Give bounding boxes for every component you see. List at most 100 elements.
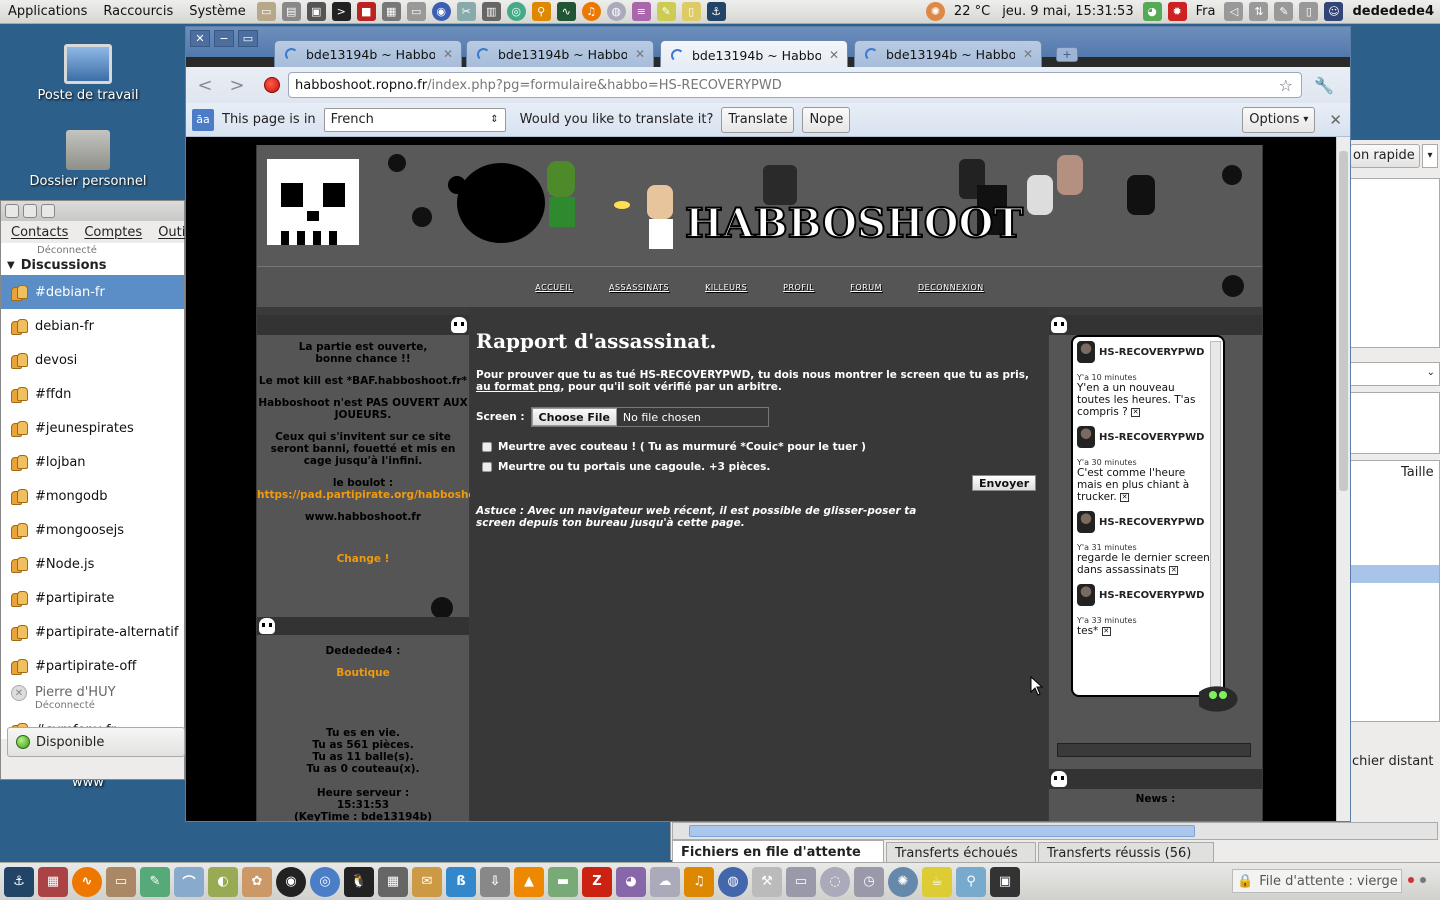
file-input[interactable]: Choose File No file chosen — [530, 407, 769, 427]
teapot-icon[interactable]: ☕ — [922, 866, 952, 897]
shout-user[interactable]: HS-RECOVERYPWD — [1099, 432, 1204, 443]
nope-button[interactable]: Nope — [802, 106, 851, 133]
disc-icon[interactable]: ◍ — [606, 2, 626, 21]
monitor-icon[interactable]: ▣ — [306, 2, 326, 21]
browser-tab[interactable]: bde13194b ~ Habbosh… ✕ — [466, 40, 654, 67]
nav-profile[interactable]: PROFIL — [783, 283, 814, 292]
package-icon[interactable]: ▦ — [38, 866, 68, 897]
close-button[interactable] — [5, 204, 19, 218]
username[interactable]: dededede4 — [1346, 4, 1440, 19]
mail-icon[interactable]: ✉ — [412, 866, 442, 897]
chat-icon[interactable]: ☁ — [650, 866, 680, 897]
anchor-icon[interactable]: ⚓ — [4, 866, 34, 897]
tab-queued-files[interactable]: Fichiers en file d'attente — [672, 840, 884, 864]
shoutbox[interactable]: HS-RECOVERYPWD Y'a 10 minutes Y'en a un … — [1071, 335, 1225, 697]
archive-icon[interactable]: ▥ — [481, 2, 501, 21]
minimize-button[interactable] — [23, 204, 37, 218]
address-bar[interactable]: habboshoot.ropno.fr/index.php?pg=formula… — [288, 72, 1302, 98]
hanger-icon[interactable]: ⌒ — [174, 866, 204, 897]
delete-icon[interactable]: ✕ — [1131, 407, 1141, 417]
menu-applications[interactable]: Applications — [0, 4, 95, 19]
audio-icon[interactable]: ♫ — [581, 2, 601, 21]
knife-checkbox[interactable] — [482, 442, 492, 452]
globe-icon[interactable]: ◎ — [506, 2, 526, 21]
shout-user[interactable]: HS-RECOVERYPWD — [1099, 590, 1204, 601]
system-monitor-icon[interactable]: ∿ — [556, 2, 576, 21]
tux-icon[interactable]: 🐧 — [344, 866, 374, 897]
hood-checkbox[interactable] — [482, 462, 492, 472]
tab-close-icon[interactable]: ✕ — [829, 48, 839, 62]
room-item[interactable]: #partipirate-off — [1, 649, 184, 683]
tab-successful-transfers[interactable]: Transferts réussis (56) — [1038, 842, 1214, 864]
room-item[interactable]: #jeunespirates — [1, 411, 184, 445]
stop-button[interactable] — [264, 77, 280, 93]
network-icon[interactable]: ⇅ — [1249, 2, 1269, 21]
room-item[interactable]: #partipirate — [1, 581, 184, 615]
tab-failed-transfers[interactable]: Transferts échoués — [886, 842, 1036, 864]
shout-input[interactable] — [1057, 743, 1251, 757]
room-item[interactable]: #debian-fr — [1, 275, 184, 309]
png-format-link[interactable]: au format png — [476, 381, 560, 393]
delete-icon[interactable]: ✕ — [1120, 492, 1130, 502]
remote-list[interactable]: Taille — [1350, 460, 1440, 722]
rabbit-icon[interactable]: ✿ — [242, 866, 272, 897]
magnifier-icon[interactable]: ⚲ — [956, 866, 986, 897]
onion-icon[interactable]: ◐ — [208, 866, 238, 897]
change-link[interactable]: Change ! — [257, 553, 469, 565]
headphones-icon[interactable]: ♫ — [684, 866, 714, 897]
box-icon[interactable]: ▭ — [106, 866, 136, 897]
download-icon[interactable]: ⇩ — [480, 866, 510, 897]
room-item[interactable]: debian-fr — [1, 309, 184, 343]
translate-button[interactable]: Translate — [721, 106, 795, 133]
shoutbox-scrollbar[interactable] — [1210, 341, 1221, 689]
globe-icon[interactable]: ◍ — [718, 866, 748, 897]
room-item[interactable]: #mongodb — [1, 479, 184, 513]
scanner-icon[interactable]: ▬ — [548, 866, 578, 897]
room-item[interactable]: #mongoosejs — [1, 513, 184, 547]
column-header-size[interactable]: Taille — [1401, 465, 1434, 480]
quick-connect-dropdown[interactable]: ▾ — [1422, 144, 1438, 168]
nav-assassinations[interactable]: ASSASSINATS — [609, 283, 669, 292]
desktop-icon-home[interactable]: Dossier personnel — [28, 130, 148, 189]
nav-forum[interactable]: FORUM — [850, 283, 882, 292]
pidgin-icon[interactable]: ◕ — [616, 866, 646, 897]
tab-close-icon[interactable]: ✕ — [635, 47, 645, 61]
shout-user[interactable]: HS-RECOVERYPWD — [1099, 347, 1204, 358]
tools-icon[interactable]: ⚒ — [752, 866, 782, 897]
keyboard-layout[interactable]: Fra — [1190, 4, 1222, 19]
tab-close-icon[interactable]: ✕ — [443, 47, 453, 61]
printer-icon[interactable]: ▤ — [281, 2, 301, 21]
red-app-icon[interactable]: ■ — [356, 2, 376, 21]
nav-killers[interactable]: KILLEURS — [705, 283, 747, 292]
buddy-list[interactable]: Déconnecté ▼ Discussions #debian-fr debia… — [1, 243, 184, 739]
user-icon[interactable]: ☺ — [1324, 2, 1344, 21]
language-select[interactable]: French ⇕ — [323, 107, 506, 132]
page-scrollbar[interactable] — [1336, 137, 1350, 821]
audio-wave-icon[interactable]: ∿ — [72, 866, 102, 897]
status-selector[interactable]: Disponible — [7, 727, 185, 757]
bluetooth-icon[interactable]: ß — [446, 866, 476, 897]
filezilla-icon[interactable]: Z — [582, 866, 612, 897]
room-item[interactable]: #partipirate-alternatif — [1, 615, 184, 649]
clock-text[interactable]: jeu. 9 mai, 15:31:53 — [996, 4, 1139, 19]
forward-button[interactable]: > — [224, 72, 250, 98]
page-viewport[interactable]: HABBOSHOOT ACCUEIL ASSASSINATS KILLEURS … — [186, 137, 1336, 821]
scrollbar-thumb[interactable] — [1339, 151, 1348, 491]
ftp-icon[interactable]: ◉ — [276, 866, 306, 897]
vlc-icon[interactable]: ▲ — [514, 866, 544, 897]
drive-icon[interactable]: ▭ — [786, 866, 816, 897]
disk-icon[interactable]: ◌ — [820, 866, 850, 897]
tab-close-icon[interactable]: ✕ — [1023, 47, 1033, 61]
remote-tree[interactable] — [1350, 392, 1440, 454]
delete-icon[interactable]: ✕ — [1169, 565, 1179, 575]
pidgin-tray-icon[interactable]: ◕ — [1142, 2, 1162, 21]
volume-icon[interactable]: ◁ — [1224, 2, 1244, 21]
expander-icon[interactable]: ▼ — [7, 260, 15, 271]
clipboard-icon[interactable]: ▯ — [681, 2, 701, 21]
screen-icon[interactable]: ▣ — [990, 866, 1020, 897]
nav-home[interactable]: ACCUEIL — [535, 283, 573, 292]
notes-icon[interactable]: ✎ — [656, 2, 676, 21]
search-icon[interactable]: ⚲ — [531, 2, 551, 21]
window-close-button[interactable]: ✕ — [190, 30, 210, 47]
menu-shortcuts[interactable]: Raccourcis — [95, 4, 181, 19]
